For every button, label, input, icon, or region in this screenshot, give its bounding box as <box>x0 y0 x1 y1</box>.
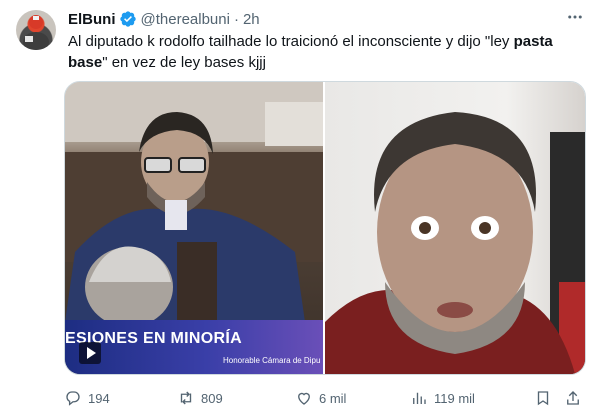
bookmark-button[interactable] <box>534 386 552 410</box>
tweet[interactable]: ElBuni @therealbuni · 2h Al diputado k r… <box>0 0 604 420</box>
tweet-text: Al diputado k rodolfo tailhade lo traici… <box>68 31 588 73</box>
tweet-text-part: Al diputado k rodolfo tailhade lo traici… <box>68 33 514 50</box>
reply-button[interactable]: 194 <box>64 386 110 410</box>
more-icon[interactable] <box>564 6 586 28</box>
photo-thumbnail[interactable] <box>325 82 585 374</box>
verified-badge-icon <box>119 10 137 28</box>
reply-icon <box>66 391 80 406</box>
lower-third-subtitle: Honorable Cámara de Dipu <box>223 356 321 365</box>
action-bar: 194 809 6 mil 119 mil <box>64 386 590 410</box>
share-button[interactable] <box>564 386 582 410</box>
tweet-header: ElBuni @therealbuni · 2h <box>68 9 260 29</box>
video-thumbnail[interactable]: ESIONES EN MINORÍA Honorable Cámara de D… <box>65 82 323 374</box>
author-name[interactable]: ElBuni <box>68 11 116 28</box>
repost-icon <box>180 391 192 405</box>
share-icon <box>567 391 579 405</box>
like-button[interactable]: 6 mil <box>295 386 346 410</box>
views-button[interactable]: 119 mil <box>410 386 475 410</box>
repost-button[interactable]: 809 <box>177 386 223 410</box>
play-icon[interactable] <box>79 342 101 364</box>
like-icon <box>298 392 310 405</box>
views-icon <box>413 392 426 404</box>
author-handle[interactable]: @therealbuni <box>141 11 230 28</box>
media-grid[interactable]: ESIONES EN MINORÍA Honorable Cámara de D… <box>64 81 586 375</box>
like-count: 6 mil <box>319 390 347 406</box>
separator-dot: · <box>233 10 239 28</box>
bookmark-icon <box>537 391 549 406</box>
reply-count: 194 <box>88 390 110 406</box>
lower-third-banner: ESIONES EN MINORÍA Honorable Cámara de D… <box>65 320 323 374</box>
timestamp[interactable]: 2h <box>243 11 260 28</box>
avatar[interactable] <box>16 10 56 50</box>
tweet-text-part: " en vez de ley bases kjjj <box>102 54 266 71</box>
repost-count: 809 <box>201 390 223 406</box>
views-count: 119 mil <box>434 390 475 406</box>
